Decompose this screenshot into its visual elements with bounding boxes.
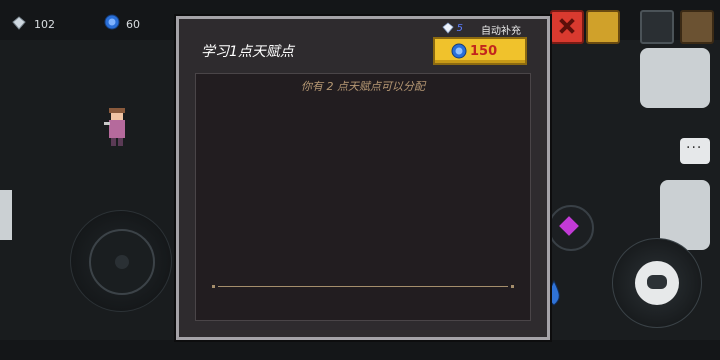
cost-value: 150 (470, 43, 498, 59)
talent-dialog: 学习1点天赋点 5 自动补充 150 你有 2 点天赋点可以分配 (176, 16, 550, 340)
snow-patch (640, 48, 710, 108)
bag-button[interactable] (680, 10, 714, 44)
gem-icon (12, 16, 26, 30)
coin-count: 60 (126, 18, 140, 31)
joystick-knob[interactable] (89, 229, 155, 295)
snow-patch (0, 190, 12, 240)
auto-refill-label[interactable]: 自动补充 (481, 22, 521, 37)
diamond-count: 5 (456, 22, 463, 34)
skill-gem-icon (559, 216, 579, 236)
dialog-title: 学习1点天赋点 (201, 44, 294, 60)
gem-count: 102 (34, 18, 55, 31)
coin-icon (104, 14, 120, 30)
attack-icon (635, 261, 679, 305)
diamond-balance: 5 (442, 22, 463, 34)
divider (212, 285, 514, 288)
dialog-header: 学习1点天赋点 5 自动补充 150 (179, 19, 547, 71)
joystick-center (115, 255, 129, 269)
hud-top-bar: 102 60 (0, 0, 180, 40)
attack-button[interactable] (612, 238, 702, 328)
learn-talent-button[interactable]: 150 (433, 37, 527, 65)
available-points-text: 你有 2 点天赋点可以分配 (301, 80, 425, 93)
talent-list-panel: 你有 2 点天赋点可以分配 (195, 73, 531, 321)
movement-joystick[interactable] (70, 210, 172, 312)
equipment-button[interactable] (586, 10, 620, 44)
skill-button[interactable] (548, 205, 594, 251)
player-character (104, 108, 125, 146)
menu-button[interactable] (640, 10, 674, 44)
close-icon[interactable] (550, 10, 584, 44)
coin-icon (451, 43, 467, 59)
chat-icon[interactable] (680, 138, 710, 164)
diamond-icon (442, 22, 454, 34)
